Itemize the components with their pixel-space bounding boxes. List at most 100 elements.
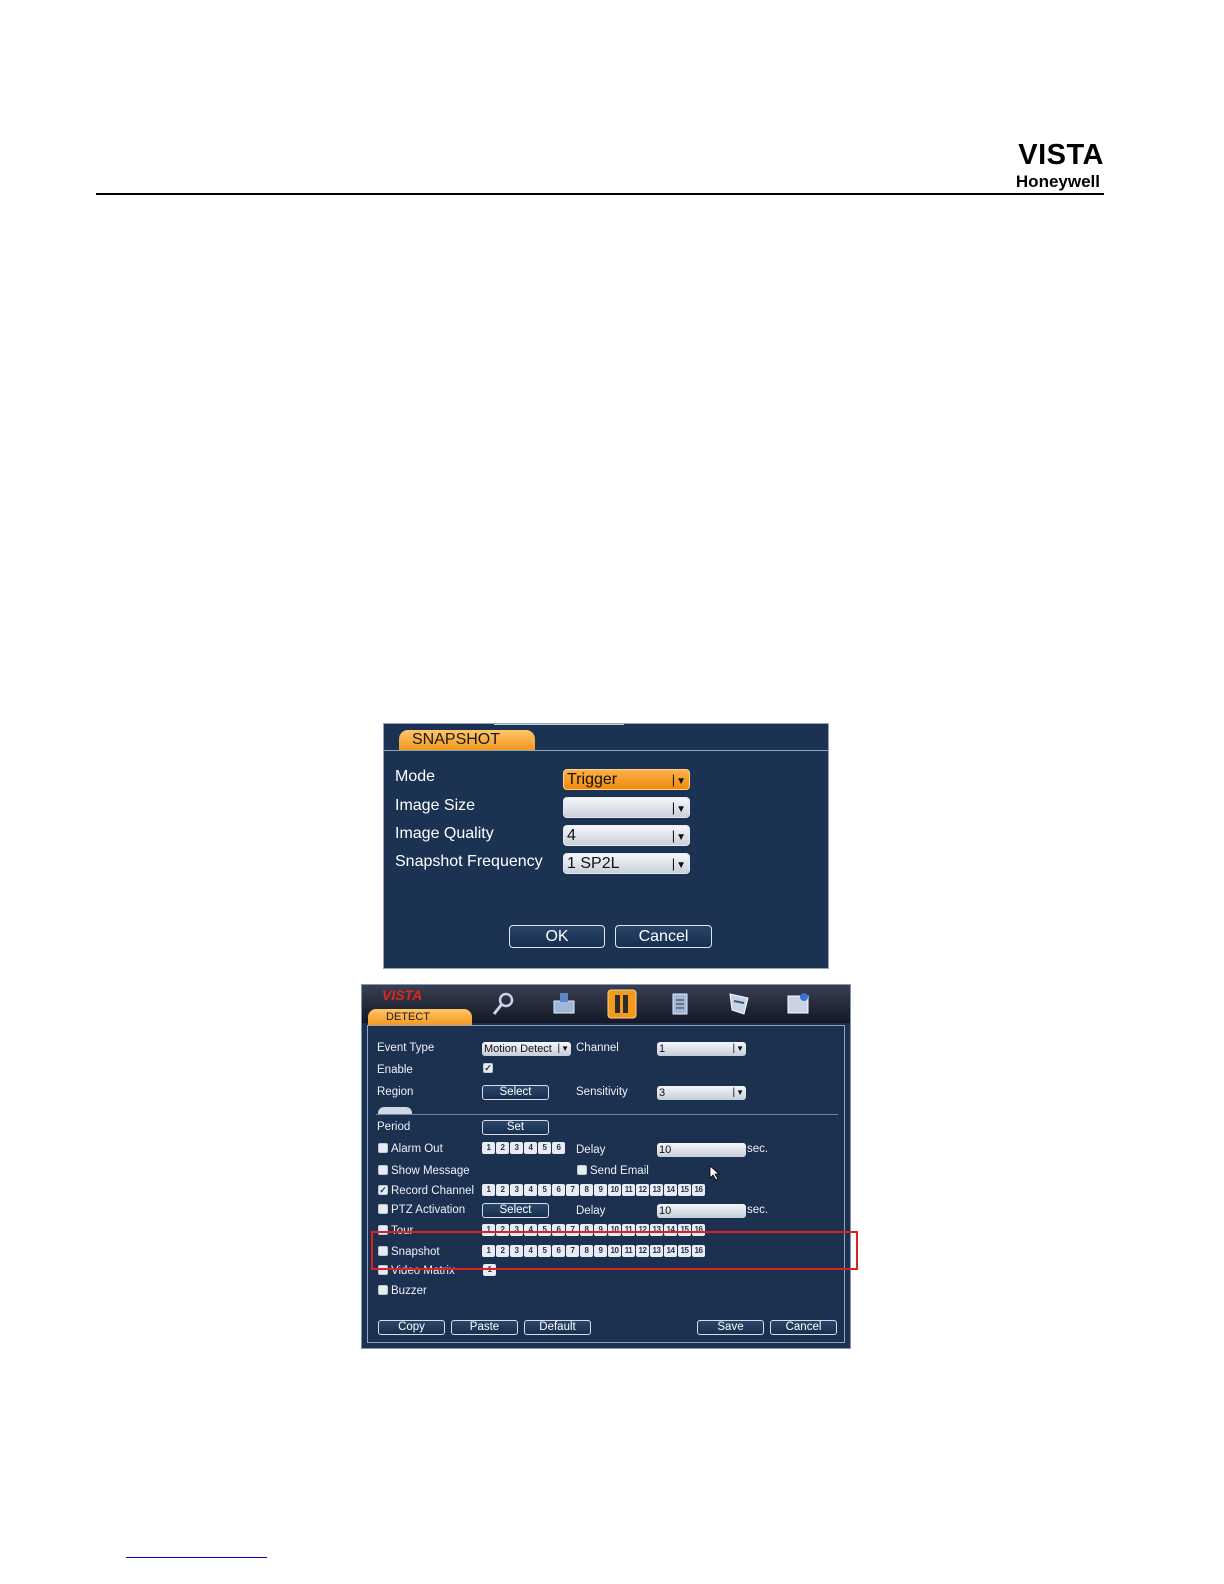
- record-channel-15[interactable]: 15: [678, 1184, 691, 1196]
- mode-value: Trigger: [567, 771, 618, 788]
- record-channel-11[interactable]: 11: [622, 1184, 635, 1196]
- channel-select[interactable]: 1 ▼: [657, 1042, 746, 1056]
- ptz-delay-label: Delay: [576, 1205, 606, 1217]
- chevron-down-icon: ▼: [670, 798, 686, 817]
- alarm-out-channel-5[interactable]: 5: [538, 1142, 551, 1154]
- ptz-activation-checkbox[interactable]: [378, 1204, 388, 1214]
- enable-checkbox[interactable]: ✓: [483, 1063, 493, 1073]
- mode-select[interactable]: Trigger ▼: [563, 769, 690, 790]
- record-channel-14[interactable]: 14: [664, 1184, 677, 1196]
- header-divider: [96, 193, 1104, 195]
- alarm-delay-input[interactable]: 10: [657, 1143, 746, 1157]
- show-message-label: Show Message: [391, 1165, 470, 1177]
- chevron-down-icon: ▼: [670, 854, 686, 873]
- chevron-down-icon: ▼: [557, 1042, 569, 1056]
- advanced-icon[interactable]: [724, 989, 754, 1019]
- event-type-value: Motion Detect: [484, 1043, 552, 1055]
- sensitivity-label: Sensitivity: [576, 1086, 628, 1098]
- setting-icon[interactable]: [607, 989, 637, 1019]
- image-quality-select[interactable]: 4 ▼: [563, 825, 690, 846]
- event-type-label: Event Type: [377, 1042, 435, 1054]
- alarm-out-label: Alarm Out: [391, 1143, 443, 1155]
- record-channels: 1 2 3 4 5 6 7 8 9 10 11 12 13 14 15 16: [482, 1184, 705, 1196]
- detect-brand-logo: VISTA: [382, 987, 423, 1003]
- region-select-button[interactable]: Select: [482, 1085, 549, 1100]
- image-quality-value: 4: [567, 827, 576, 844]
- record-icon[interactable]: [549, 989, 579, 1019]
- alarm-out-channels: 123456: [482, 1142, 565, 1154]
- record-channel-5[interactable]: 5: [538, 1184, 551, 1196]
- image-size-label: Image Size: [395, 797, 476, 814]
- period-label: Period: [377, 1121, 411, 1133]
- snapshot-frequency-value: 1 SP2L: [567, 855, 620, 872]
- show-message-checkbox[interactable]: [378, 1165, 388, 1175]
- ptz-delay-input[interactable]: 10: [657, 1204, 746, 1218]
- sensitivity-select[interactable]: 3 ▼: [657, 1086, 746, 1100]
- info-icon[interactable]: [783, 989, 813, 1019]
- footer-link-underline: [126, 1557, 267, 1558]
- record-channel-13[interactable]: 13: [650, 1184, 663, 1196]
- mode-label: Mode: [395, 768, 436, 785]
- detect-tab[interactable]: DETECT: [368, 1009, 472, 1025]
- sec-label: sec.: [747, 1143, 769, 1155]
- record-channel-7[interactable]: 7: [566, 1184, 579, 1196]
- default-button[interactable]: Default: [524, 1320, 591, 1335]
- record-channel-6[interactable]: 6: [552, 1184, 565, 1196]
- snapshot-dialog: SNAPSHOT Mode Trigger ▼ Image Size ▼ Ima…: [383, 723, 829, 969]
- chevron-down-icon: ▼: [732, 1042, 744, 1056]
- region-label: Region: [377, 1086, 414, 1098]
- buzzer-checkbox[interactable]: [378, 1285, 388, 1295]
- search-icon[interactable]: [489, 989, 519, 1019]
- send-email-checkbox[interactable]: [577, 1165, 587, 1175]
- tab-divider: [384, 750, 828, 751]
- record-channel-4[interactable]: 4: [524, 1184, 537, 1196]
- record-channel-8[interactable]: 8: [580, 1184, 593, 1196]
- alarm-out-channel-2[interactable]: 2: [496, 1142, 509, 1154]
- delay-label: Delay: [576, 1144, 606, 1156]
- enable-label: Enable: [377, 1064, 413, 1076]
- image-size-select[interactable]: ▼: [563, 797, 690, 818]
- record-channel-checkbox[interactable]: ✓: [378, 1185, 388, 1195]
- chevron-down-icon: ▼: [670, 770, 686, 789]
- channel-value: 1: [659, 1043, 666, 1055]
- cancel-button[interactable]: Cancel: [615, 925, 712, 948]
- alarm-out-channel-6[interactable]: 6: [552, 1142, 565, 1154]
- detect-cancel-button[interactable]: Cancel: [770, 1320, 837, 1335]
- copy-button[interactable]: Copy: [378, 1320, 445, 1335]
- snapshot-frequency-select[interactable]: 1 SP2L ▼: [563, 853, 690, 874]
- record-channel-10[interactable]: 10: [608, 1184, 621, 1196]
- event-type-select[interactable]: Motion Detect ▼: [482, 1042, 571, 1056]
- send-email-label: Send Email: [590, 1165, 649, 1177]
- record-channel-1[interactable]: 1: [482, 1184, 495, 1196]
- dialog-top-highlight: [494, 724, 624, 725]
- section-tab: [378, 1107, 412, 1114]
- save-button[interactable]: Save: [697, 1320, 764, 1335]
- ok-button[interactable]: OK: [509, 925, 605, 948]
- alarm-out-channel-1[interactable]: 1: [482, 1142, 495, 1154]
- snapshot-tab[interactable]: SNAPSHOT: [399, 730, 535, 750]
- snapshot-highlight-box: [371, 1231, 858, 1270]
- buzzer-label: Buzzer: [391, 1285, 427, 1297]
- record-channel-2[interactable]: 2: [496, 1184, 509, 1196]
- paste-button[interactable]: Paste: [451, 1320, 518, 1335]
- ptz-activation-label: PTZ Activation: [391, 1204, 466, 1216]
- vista-logo: VISTA: [1018, 139, 1104, 171]
- snapshot-frequency-label: Snapshot Frequency: [395, 853, 543, 870]
- alarm-out-channel-3[interactable]: 3: [510, 1142, 523, 1154]
- record-channel-12[interactable]: 12: [636, 1184, 649, 1196]
- record-channel-label: Record Channel: [391, 1185, 475, 1197]
- period-set-button[interactable]: Set: [482, 1120, 549, 1135]
- record-channel-3[interactable]: 3: [510, 1184, 523, 1196]
- alarm-out-checkbox[interactable]: [378, 1143, 388, 1153]
- chevron-down-icon: ▼: [732, 1086, 744, 1100]
- record-channel-16[interactable]: 16: [692, 1184, 705, 1196]
- section-divider: [376, 1114, 838, 1115]
- ptz-sec-label: sec.: [747, 1204, 769, 1216]
- ptz-select-button[interactable]: Select: [482, 1203, 549, 1218]
- alarm-out-channel-4[interactable]: 4: [524, 1142, 537, 1154]
- sensitivity-value: 3: [659, 1087, 666, 1099]
- mouse-cursor-icon: [709, 1165, 721, 1181]
- backup-icon[interactable]: [665, 989, 695, 1019]
- record-channel-9[interactable]: 9: [594, 1184, 607, 1196]
- channel-label: Channel: [576, 1042, 619, 1054]
